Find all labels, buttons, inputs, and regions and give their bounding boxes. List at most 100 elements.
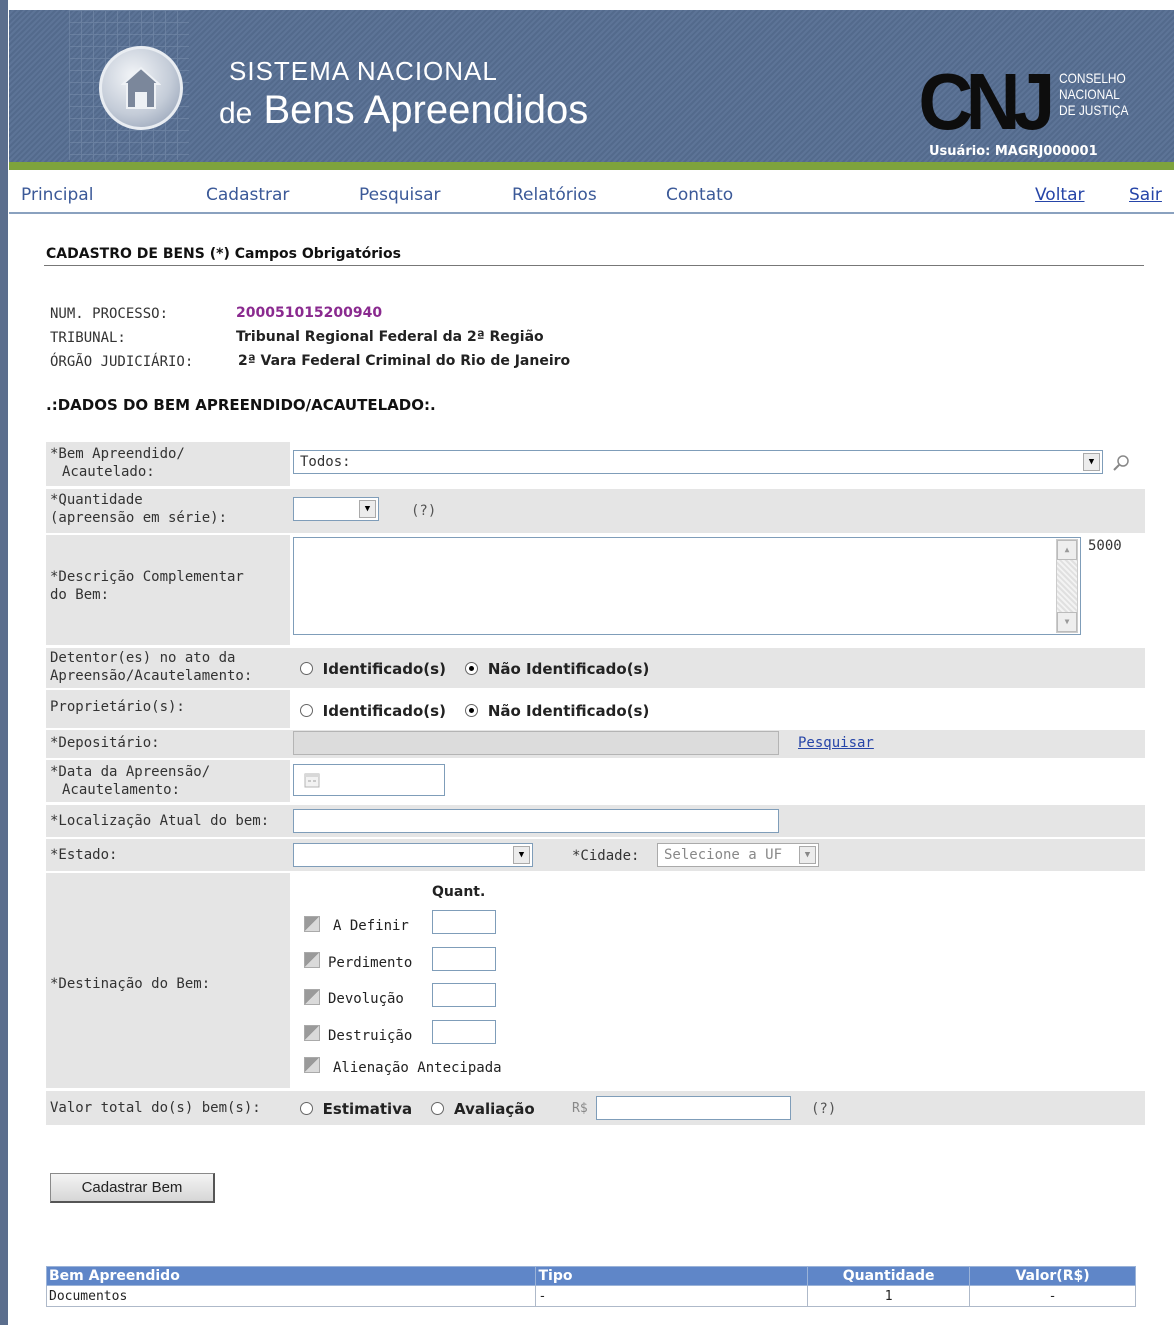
header-accent-bar: [9, 162, 1174, 170]
estado-label: *Estado:: [50, 847, 118, 863]
house-icon: [121, 66, 161, 109]
destinacao-devolucao-qty[interactable]: [432, 983, 496, 1007]
data-apreensao-input[interactable]: [293, 764, 445, 796]
table-cell-tipo: -: [535, 1285, 809, 1307]
row-localizacao: *Localização Atual do bem:: [46, 805, 1145, 837]
detentor-nao-identificado-label: Não Identificado(s): [487, 660, 650, 678]
localizacao-input[interactable]: [293, 809, 779, 833]
quantidade-select[interactable]: ▼: [293, 497, 379, 521]
row-depositario: *Depositário: Pesquisar: [46, 730, 1145, 758]
table-header-row: Bem Apreendido Tipo Quantidade Valor(R$): [45, 1266, 1136, 1286]
row-destinacao: *Destinação do Bem: Quant. A Definir Per…: [46, 873, 1145, 1088]
valor-currency: R$: [572, 1101, 588, 1116]
chevron-down-icon: ▼: [799, 846, 816, 864]
system-title-line1: SISTEMA NACIONAL: [229, 56, 498, 86]
nav-item-principal[interactable]: Principal: [21, 185, 93, 205]
qtd-label-1: *Quantidade: [50, 492, 143, 508]
cidade-select-value: Selecione a UF: [664, 847, 783, 863]
system-title-de: de: [219, 97, 253, 130]
valor-estimativa-radio[interactable]: [300, 1102, 313, 1115]
destinacao-alienacao-checkbox[interactable]: [304, 1057, 320, 1073]
cnj-name: CONSELHO NACIONAL DE JUSTIÇA: [1059, 70, 1128, 118]
detentor-nao-identificado-radio[interactable]: [465, 662, 479, 675]
detentor-identificado-label: Identificado(s): [322, 660, 446, 678]
destinacao-destruicao-checkbox[interactable]: [304, 1025, 320, 1041]
scroll-up-icon[interactable]: ▲: [1057, 540, 1077, 560]
valor-avaliacao-label: Avaliação: [454, 1100, 535, 1118]
destinacao-a-definir-label: A Definir: [333, 918, 409, 934]
destinacao-a-definir-checkbox[interactable]: [304, 916, 320, 932]
detentor-identificado-radio[interactable]: [300, 662, 313, 675]
valor-input[interactable]: [596, 1096, 791, 1120]
row-quantidade: *Quantidade (apreensão em série): ▼ (?): [46, 489, 1145, 533]
proprietario-label: Proprietário(s):: [50, 699, 185, 715]
depositario-field[interactable]: [293, 731, 779, 755]
cnj-logo: CNJ: [918, 57, 1055, 146]
column-header-quantidade: Quantidade: [807, 1266, 971, 1286]
row-valor: Valor total do(s) bem(s): Estimativa Ava…: [46, 1091, 1145, 1125]
bem-select[interactable]: Todos: ▼: [293, 450, 1103, 474]
row-bem: *Bem Apreendido/ Acautelado: Todos: ▼: [46, 442, 1145, 486]
valor-avaliacao-radio[interactable]: [431, 1102, 445, 1115]
valor-help[interactable]: (?): [811, 1101, 836, 1117]
nav-item-cadastrar[interactable]: Cadastrar: [206, 185, 289, 205]
destinacao-label: *Destinação do Bem:: [50, 976, 211, 992]
search-icon[interactable]: [1112, 454, 1130, 472]
proprietario-nao-identificado-radio[interactable]: [465, 704, 479, 717]
process-number-value: 200051015200940: [236, 305, 383, 321]
proprietario-identificado-radio[interactable]: [300, 704, 313, 717]
chevron-down-icon: ▼: [1083, 453, 1100, 471]
destinacao-a-definir-qty[interactable]: [432, 910, 496, 934]
tribunal-label: TRIBUNAL:: [50, 330, 126, 346]
nav-item-pesquisar[interactable]: Pesquisar: [359, 185, 441, 205]
data-label-2: Acautelamento:: [62, 782, 181, 798]
calendar-icon[interactable]: [304, 772, 320, 788]
system-title-main: Bens Apreendidos: [263, 88, 589, 132]
heading-divider: [44, 265, 1144, 266]
destinacao-perdimento-checkbox[interactable]: [304, 952, 320, 968]
desc-label-1: *Descrição Complementar: [50, 569, 244, 585]
page-left-border: [0, 0, 8, 1325]
quantidade-help[interactable]: (?): [411, 503, 436, 519]
destinacao-perdimento-qty[interactable]: [432, 947, 496, 971]
descricao-textarea[interactable]: [293, 537, 1081, 635]
nav-item-relatorios[interactable]: Relatórios: [512, 185, 597, 205]
cnj-name-line2: NACIONAL: [1059, 86, 1120, 102]
desc-label-2: do Bem:: [50, 587, 110, 603]
row-label-cell: *Bem Apreendido/ Acautelado:: [46, 442, 290, 486]
bem-select-value: Todos:: [300, 454, 351, 470]
depositario-search-link[interactable]: Pesquisar: [798, 735, 874, 751]
row-proprietario: Proprietário(s): Identificado(s) Não Ide…: [46, 690, 1145, 728]
table-cell-valor: -: [969, 1285, 1136, 1307]
destinacao-perdimento-label: Perdimento: [328, 955, 413, 971]
nav-exit-link[interactable]: Sair: [1129, 185, 1162, 205]
cidade-select[interactable]: Selecione a UF ▼: [657, 843, 819, 867]
table-cell-bem: Documentos: [45, 1285, 537, 1307]
detentor-options: Identificado(s) Não Identificado(s): [300, 659, 649, 678]
page-title: CADASTRO DE BENS (*) Campos Obrigatórios: [46, 246, 401, 262]
descricao-scrollbar[interactable]: ▲ ▼: [1056, 539, 1078, 633]
proprietario-identificado-label: Identificado(s): [322, 702, 446, 720]
chevron-down-icon: ▼: [359, 500, 376, 518]
row-detentor: Detentor(es) no ato da Apreensão/Acautel…: [46, 648, 1145, 688]
nav-item-contato[interactable]: Contato: [666, 185, 733, 205]
valor-options: Estimativa Avaliação: [300, 1099, 535, 1118]
section-title: .:DADOS DO BEM APREENDIDO/ACAUTELADO:.: [46, 396, 436, 414]
table-cell-quantidade: 1: [807, 1285, 971, 1307]
cidade-label: *Cidade:: [572, 848, 640, 864]
bem-label-2: Acautelado:: [62, 464, 155, 480]
destinacao-destruicao-qty[interactable]: [432, 1020, 496, 1044]
destinacao-devolucao-label: Devolução: [328, 991, 404, 1007]
detentor-label-1: Detentor(es) no ato da: [50, 650, 236, 666]
proprietario-options: Identificado(s) Não Identificado(s): [300, 701, 649, 720]
cadastrar-bem-button[interactable]: Cadastrar Bem: [50, 1173, 215, 1203]
qtd-label-2: (apreensão em série):: [50, 510, 228, 526]
nav-back-link[interactable]: Voltar: [1035, 185, 1085, 205]
table-row[interactable]: Documentos - 1 -: [45, 1285, 1136, 1307]
destinacao-devolucao-checkbox[interactable]: [304, 989, 320, 1005]
estado-select[interactable]: ▼: [293, 843, 533, 867]
detentor-label-2: Apreensão/Acautelamento:: [50, 668, 253, 684]
scroll-down-icon[interactable]: ▼: [1057, 612, 1077, 632]
destinacao-quant-header: Quant.: [432, 884, 486, 900]
column-header-valor: Valor(R$): [969, 1266, 1136, 1286]
